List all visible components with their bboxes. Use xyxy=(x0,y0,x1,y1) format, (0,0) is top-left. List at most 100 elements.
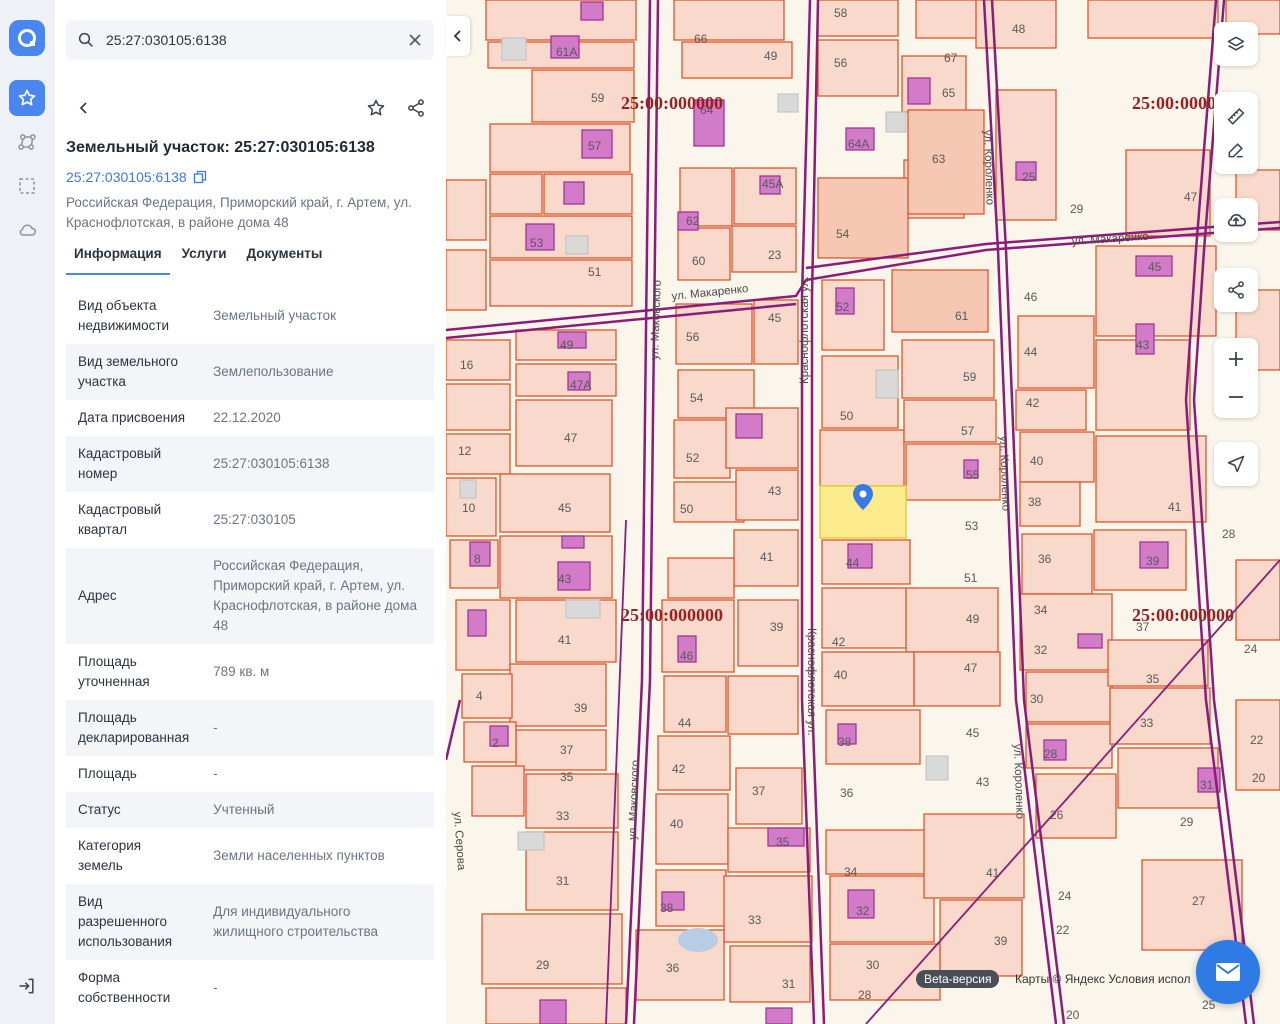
svg-text:38: 38 xyxy=(660,901,674,915)
svg-text:49: 49 xyxy=(560,338,574,352)
svg-text:Краснофлотская ул.: Краснофлотская ул. xyxy=(805,628,817,736)
svg-text:32: 32 xyxy=(1034,643,1048,657)
svg-text:28: 28 xyxy=(1222,527,1236,541)
svg-text:45: 45 xyxy=(1148,260,1162,274)
select-area-icon[interactable] xyxy=(9,168,45,204)
cloud-icon[interactable] xyxy=(9,212,45,248)
svg-text:54: 54 xyxy=(836,227,850,241)
tab-documents[interactable]: Документы xyxy=(239,246,331,275)
share-icon[interactable] xyxy=(400,92,432,124)
svg-text:31: 31 xyxy=(1200,778,1214,792)
row-value: Для индивидуального жилищного строительс… xyxy=(213,904,379,939)
svg-text:24: 24 xyxy=(1244,642,1258,656)
mail-icon[interactable] xyxy=(1196,940,1260,1004)
svg-text:57: 57 xyxy=(961,424,975,438)
svg-text:51: 51 xyxy=(588,265,602,279)
svg-text:64А: 64А xyxy=(848,137,869,151)
svg-text:35: 35 xyxy=(776,835,790,849)
collapse-panel-button[interactable] xyxy=(446,16,470,56)
svg-text:48: 48 xyxy=(1012,22,1026,36)
svg-text:32: 32 xyxy=(856,904,870,918)
row-value: Землепользование xyxy=(213,364,334,379)
row-value: 789 кв. м xyxy=(213,664,270,679)
page-title: Земельный участок: 25:27:030105:6138 xyxy=(66,139,375,156)
ruler-icon[interactable] xyxy=(1226,106,1246,126)
svg-text:37: 37 xyxy=(752,784,766,798)
svg-text:22: 22 xyxy=(1250,733,1264,747)
search-input[interactable] xyxy=(106,32,396,48)
svg-text:43: 43 xyxy=(768,484,782,498)
svg-text:24: 24 xyxy=(1058,889,1072,903)
draw-tools xyxy=(1214,92,1258,174)
locate-icon[interactable] xyxy=(1214,442,1258,486)
svg-text:41: 41 xyxy=(986,866,1000,880)
svg-text:55: 55 xyxy=(966,468,980,482)
row-key: Форма собственности xyxy=(78,970,171,1005)
table-row: Вид земельного участка Землепользование xyxy=(66,344,434,400)
svg-text:28: 28 xyxy=(858,988,872,1002)
back-icon[interactable] xyxy=(68,92,100,124)
svg-text:40: 40 xyxy=(834,668,848,682)
svg-text:30: 30 xyxy=(1030,692,1044,706)
copy-icon[interactable] xyxy=(193,170,207,184)
search-icon xyxy=(76,30,96,50)
table-row: Вид разрешенного использования Для индиви… xyxy=(66,884,434,960)
table-row: Площадь - xyxy=(66,756,434,792)
svg-text:23: 23 xyxy=(768,248,782,262)
left-rail xyxy=(0,0,54,1024)
star-icon[interactable] xyxy=(360,92,392,124)
favorites-icon[interactable] xyxy=(9,80,45,116)
svg-text:47А: 47А xyxy=(570,378,591,392)
row-value: 22.12.2020 xyxy=(213,410,281,425)
row-key: Дата присвоения xyxy=(78,410,186,425)
svg-text:51: 51 xyxy=(964,571,978,585)
address-text: Российская Федерация, Приморский край, г… xyxy=(66,195,412,230)
svg-text:49: 49 xyxy=(966,612,980,626)
map-canvas[interactable]: 59 61А 57 53 51 16 49 47А 47 12 10 45 8 43 41 4 39 2… xyxy=(446,0,1280,1024)
svg-text:10: 10 xyxy=(462,501,476,515)
cadastral-number-text[interactable]: 25:27:030105:6138 xyxy=(66,169,187,185)
svg-text:35: 35 xyxy=(560,770,574,784)
svg-text:33: 33 xyxy=(1140,716,1154,730)
svg-text:Краснофлотская ул.: Краснофлотская ул. xyxy=(799,276,811,384)
svg-text:61: 61 xyxy=(955,309,969,323)
logout-icon[interactable] xyxy=(9,968,45,1004)
svg-text:39: 39 xyxy=(994,934,1008,948)
svg-text:54: 54 xyxy=(690,391,704,405)
svg-text:67: 67 xyxy=(944,51,958,65)
svg-text:29: 29 xyxy=(1070,202,1084,216)
svg-text:61А: 61А xyxy=(556,45,577,59)
svg-text:36: 36 xyxy=(1038,552,1052,566)
map-share-icon[interactable] xyxy=(1214,268,1258,312)
cadastral-number-link[interactable]: 25:27:030105:6138 xyxy=(66,169,207,185)
svg-text:ул. Маковского: ул. Маковского xyxy=(649,280,664,360)
table-row: Форма собственности - xyxy=(66,960,434,1016)
tab-services[interactable]: Услуги xyxy=(174,246,235,275)
svg-text:50: 50 xyxy=(680,502,694,516)
row-key: Статус xyxy=(78,802,121,817)
zoom-in-icon[interactable] xyxy=(1227,350,1245,368)
svg-text:33: 33 xyxy=(556,809,570,823)
logo-icon[interactable] xyxy=(9,20,45,56)
clear-icon[interactable] xyxy=(406,31,424,54)
svg-text:65: 65 xyxy=(942,86,956,100)
graph-icon[interactable] xyxy=(9,124,45,160)
svg-text:20: 20 xyxy=(1252,771,1266,785)
svg-text:41: 41 xyxy=(1168,500,1182,514)
zoom-out-icon[interactable] xyxy=(1227,388,1245,406)
svg-text:34: 34 xyxy=(1034,603,1048,617)
edit-icon[interactable] xyxy=(1226,140,1246,160)
svg-text:26: 26 xyxy=(1050,808,1064,822)
tabs: Информация Услуги Документы xyxy=(66,246,334,275)
info-table: Вид объекта недвижимости Земельный участо… xyxy=(66,288,434,1016)
svg-text:ул. Серова: ул. Серова xyxy=(451,811,467,871)
map-credits[interactable]: Карты © Яндекс Условия испол xyxy=(1015,972,1191,986)
cadastral-map[interactable]: 59 61А 57 53 51 16 49 47А 47 12 10 45 8 43 41 4 39 2… xyxy=(446,0,1280,1024)
svg-text:ул. Короленко: ул. Короленко xyxy=(1011,744,1026,820)
tab-information[interactable]: Информация xyxy=(66,246,170,275)
svg-text:53: 53 xyxy=(965,519,979,533)
upload-icon[interactable] xyxy=(1214,198,1258,242)
svg-text:16: 16 xyxy=(460,358,474,372)
svg-text:ул. Маковского: ул. Маковского xyxy=(627,760,642,840)
layers-icon[interactable] xyxy=(1214,22,1258,66)
